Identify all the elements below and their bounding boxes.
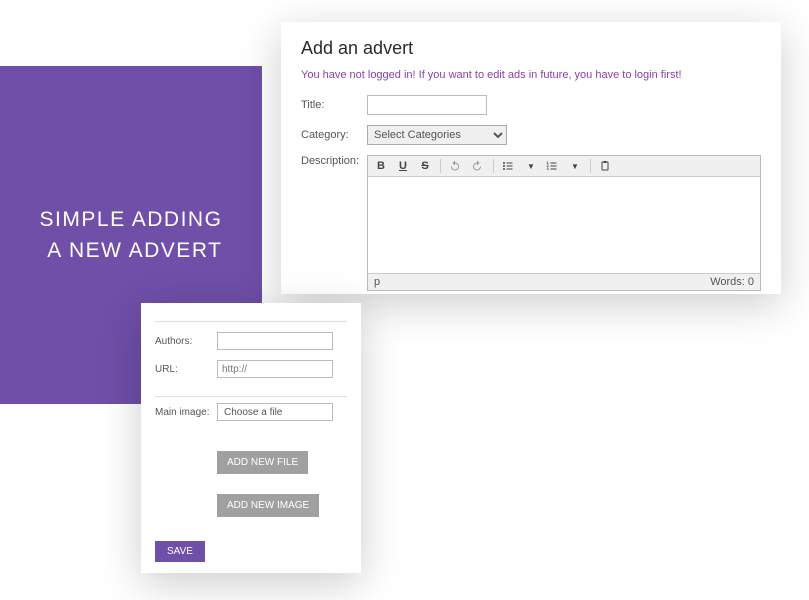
bold-icon[interactable]: B	[374, 160, 388, 172]
editor-wordcount: Words: 0	[710, 276, 754, 288]
mainimage-row: Main image: Choose a file	[155, 403, 347, 421]
description-row: Description: B U S ▼ 123	[301, 155, 761, 291]
add-image-button[interactable]: ADD NEW IMAGE	[217, 494, 319, 517]
category-label: Category:	[301, 129, 367, 141]
toolbar-separator	[493, 159, 494, 173]
strikethrough-icon[interactable]: S	[418, 160, 432, 172]
save-button[interactable]: SAVE	[155, 541, 205, 562]
numbered-list-icon[interactable]: 123	[546, 160, 560, 172]
extra-fields-panel: Authors: URL: Main image: Choose a file …	[141, 303, 361, 573]
divider	[155, 396, 347, 397]
category-row: Category: Select Categories	[301, 125, 761, 145]
title-input[interactable]	[367, 95, 487, 115]
panel-title: Add an advert	[301, 38, 761, 59]
underline-icon[interactable]: U	[396, 160, 410, 172]
category-select[interactable]: Select Categories	[367, 125, 507, 145]
svg-text:3: 3	[547, 166, 550, 171]
paste-icon[interactable]	[599, 160, 613, 172]
url-row: URL:	[155, 360, 347, 378]
editor-statusbar: p Words: 0	[368, 273, 760, 290]
add-advert-panel: Add an advert You have not logged in! If…	[281, 22, 781, 294]
chevron-down-icon[interactable]: ▼	[524, 162, 538, 171]
undo-icon[interactable]	[449, 160, 463, 172]
promo-heading: SIMPLE ADDING A NEW ADVERT	[40, 204, 223, 267]
editor-path: p	[374, 276, 380, 288]
mainimage-label: Main image:	[155, 407, 217, 418]
url-input[interactable]	[217, 360, 333, 378]
title-row: Title:	[301, 95, 761, 115]
authors-label: Authors:	[155, 336, 217, 347]
promo-line2: A NEW ADVERT	[47, 239, 222, 262]
file-chooser[interactable]: Choose a file	[217, 403, 333, 421]
title-label: Title:	[301, 99, 367, 111]
authors-row: Authors:	[155, 332, 347, 350]
toolbar-separator	[440, 159, 441, 173]
file-chooser-label: Choose a file	[224, 407, 282, 418]
chevron-down-icon[interactable]: ▼	[568, 162, 582, 171]
editor-toolbar: B U S ▼ 123 ▼	[368, 156, 760, 177]
redo-icon[interactable]	[471, 160, 485, 172]
description-label: Description:	[301, 155, 367, 291]
login-warning: You have not logged in! If you want to e…	[301, 69, 761, 81]
toolbar-separator	[590, 159, 591, 173]
authors-input[interactable]	[217, 332, 333, 350]
promo-line1: SIMPLE ADDING	[40, 208, 223, 231]
add-file-button[interactable]: ADD NEW FILE	[217, 451, 308, 474]
divider	[155, 321, 347, 322]
rich-editor: B U S ▼ 123 ▼	[367, 155, 761, 291]
url-label: URL:	[155, 364, 217, 375]
editor-textarea[interactable]	[368, 177, 760, 273]
bullet-list-icon[interactable]	[502, 160, 516, 172]
